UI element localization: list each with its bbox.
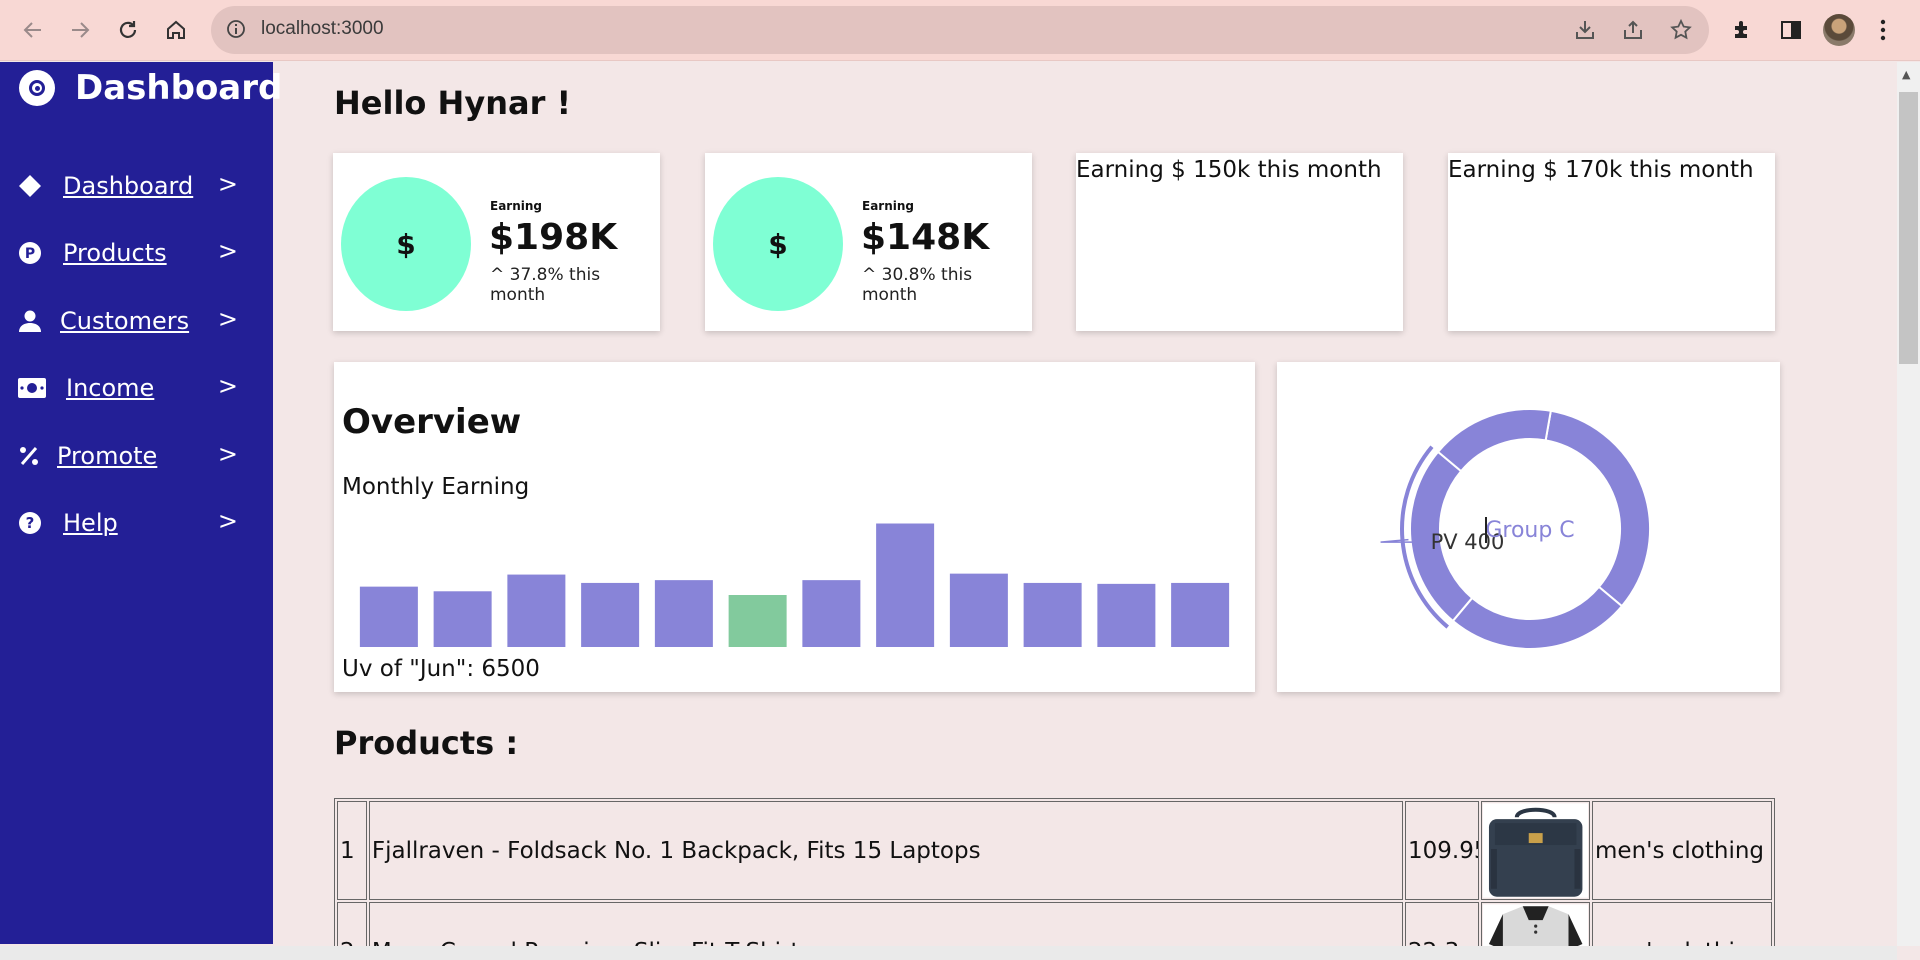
person-icon bbox=[18, 309, 48, 333]
horizontal-scrollbar[interactable] bbox=[0, 946, 1897, 960]
svg-text:P: P bbox=[25, 246, 35, 262]
monthly-earning-bar-chart[interactable] bbox=[334, 502, 1255, 652]
sidebar-item-income[interactable]: Income > bbox=[18, 368, 238, 408]
bar-mar[interactable] bbox=[507, 574, 566, 647]
forward-arrow-icon[interactable] bbox=[60, 10, 100, 50]
group-pie-chart[interactable]: PV 400Group C bbox=[1277, 362, 1780, 692]
stat-value: $198K bbox=[489, 217, 618, 258]
bar-jan[interactable] bbox=[359, 586, 418, 647]
money-icon bbox=[18, 378, 48, 398]
earning-card: $ Earning $148K ^ 30.8% this month bbox=[705, 153, 1032, 331]
products-table: 1 Fjallraven - Foldsack No. 1 Backpack, … bbox=[334, 798, 1775, 960]
main-content: Hello Hynar ! $ Earning $198K ^ 37.8% th… bbox=[273, 62, 1897, 960]
pie-slice-group-d[interactable] bbox=[1436, 408, 1552, 473]
product-id: 1 bbox=[337, 801, 367, 900]
chevron-right-icon: > bbox=[217, 372, 238, 400]
bar-jun[interactable] bbox=[728, 595, 787, 647]
product-category: men's clothing bbox=[1592, 801, 1773, 900]
product-image bbox=[1480, 801, 1591, 900]
brand-logo-icon bbox=[19, 70, 55, 106]
svg-text:?: ? bbox=[26, 514, 35, 532]
url-text[interactable]: localhost:3000 bbox=[261, 18, 384, 40]
callout-dot bbox=[1414, 539, 1420, 545]
back-arrow-icon[interactable] bbox=[13, 10, 53, 50]
avatar[interactable] bbox=[1823, 14, 1855, 46]
pie-slice-group-b[interactable] bbox=[1451, 585, 1624, 650]
sidebar: Dashboard Dashboard > P Products > Custo… bbox=[0, 62, 282, 944]
share-icon[interactable] bbox=[1621, 18, 1645, 46]
product-p-icon: P bbox=[18, 241, 48, 265]
sidebar-item-label[interactable]: Dashboard bbox=[63, 172, 193, 200]
pie-slice-group-a[interactable] bbox=[1544, 409, 1651, 608]
stat-value: $148K bbox=[861, 217, 990, 258]
scroll-up-arrow-icon[interactable]: ▲ bbox=[1902, 68, 1910, 81]
bar-dec[interactable] bbox=[1171, 582, 1230, 647]
sidebar-item-help[interactable]: ? Help > bbox=[18, 503, 238, 543]
sidebar-item-products[interactable]: P Products > bbox=[18, 233, 238, 273]
bar-sep[interactable] bbox=[949, 573, 1008, 647]
chart-tooltip: Uv of "Jun": 6500 bbox=[342, 656, 540, 682]
chevron-right-icon: > bbox=[217, 305, 238, 333]
sidebar-item-label[interactable]: Products bbox=[63, 239, 167, 267]
sidebar-item-label[interactable]: Help bbox=[63, 509, 118, 537]
stat-label: Earning bbox=[862, 199, 915, 213]
bar-feb[interactable] bbox=[433, 591, 492, 647]
info-icon[interactable] bbox=[225, 18, 247, 44]
sidebar-item-promote[interactable]: Promote > bbox=[18, 436, 238, 476]
sidebar-item-dashboard[interactable]: Dashboard > bbox=[18, 166, 238, 206]
sidebar-item-label[interactable]: Promote bbox=[57, 442, 157, 470]
backpack-image bbox=[1482, 803, 1589, 898]
product-title: Fjallraven - Foldsack No. 1 Backpack, Fi… bbox=[368, 801, 1404, 900]
stat-label: Earning bbox=[490, 199, 543, 213]
bar-nov[interactable] bbox=[1097, 583, 1156, 647]
product-price: 109.95 bbox=[1405, 801, 1479, 900]
percent-icon bbox=[18, 445, 48, 467]
overview-subtitle: Monthly Earning bbox=[342, 474, 530, 500]
diamond-icon bbox=[18, 174, 48, 198]
chevron-right-icon: > bbox=[217, 507, 238, 535]
help-icon: ? bbox=[18, 511, 48, 535]
pie-chart-card: PV 400 Group C bbox=[1277, 362, 1780, 692]
earning-card: $ Earning $198K ^ 37.8% this month bbox=[333, 153, 660, 331]
scrollbar-thumb[interactable] bbox=[1899, 92, 1918, 364]
dollar-icon: $ bbox=[713, 177, 843, 311]
stat-change: ^ 37.8% this month bbox=[490, 265, 601, 305]
page-title: Hello Hynar ! bbox=[334, 84, 572, 122]
address-bar[interactable]: localhost:3000 bbox=[211, 6, 1709, 54]
bar-apr[interactable] bbox=[581, 582, 640, 647]
chevron-right-icon: > bbox=[217, 237, 238, 265]
earning-text-card: Earning $ 170k this month bbox=[1448, 153, 1775, 331]
install-icon[interactable] bbox=[1573, 18, 1597, 46]
bar-may[interactable] bbox=[654, 580, 713, 647]
dollar-icon: $ bbox=[341, 177, 471, 311]
sidebar-item-customers[interactable]: Customers > bbox=[18, 301, 238, 341]
chevron-right-icon: > bbox=[217, 440, 238, 468]
kebab-menu-icon[interactable] bbox=[1878, 18, 1888, 46]
sidebar-item-label[interactable]: Customers bbox=[60, 307, 189, 335]
products-title: Products : bbox=[334, 724, 519, 762]
stat-change: ^ 30.8% this month bbox=[862, 265, 973, 305]
text-cursor bbox=[1485, 517, 1487, 543]
brand-title: Dashboard bbox=[75, 68, 283, 108]
table-row[interactable]: 1 Fjallraven - Foldsack No. 1 Backpack, … bbox=[337, 801, 1773, 900]
brand[interactable]: Dashboard bbox=[19, 68, 282, 108]
bar-jul[interactable] bbox=[802, 580, 861, 647]
overview-card: Overview Monthly Earning Uv of "Jun": 65… bbox=[334, 362, 1255, 692]
reload-icon[interactable] bbox=[108, 10, 148, 50]
pie-center-label: Group C bbox=[1485, 518, 1574, 543]
chevron-right-icon: > bbox=[217, 170, 238, 198]
bar-aug[interactable] bbox=[876, 523, 935, 648]
earning-text: Earning $ 150k this month bbox=[1076, 157, 1382, 183]
side-panel-icon[interactable] bbox=[1779, 18, 1803, 46]
earning-text-card: Earning $ 150k this month bbox=[1076, 153, 1403, 331]
bar-oct[interactable] bbox=[1023, 582, 1082, 647]
earning-text: Earning $ 170k this month bbox=[1448, 157, 1754, 183]
overview-title: Overview bbox=[342, 402, 522, 442]
star-icon[interactable] bbox=[1669, 18, 1693, 46]
extensions-icon[interactable] bbox=[1731, 18, 1755, 46]
browser-toolbar: localhost:3000 bbox=[0, 0, 1920, 61]
sidebar-item-label[interactable]: Income bbox=[66, 374, 154, 402]
home-icon[interactable] bbox=[156, 10, 196, 50]
